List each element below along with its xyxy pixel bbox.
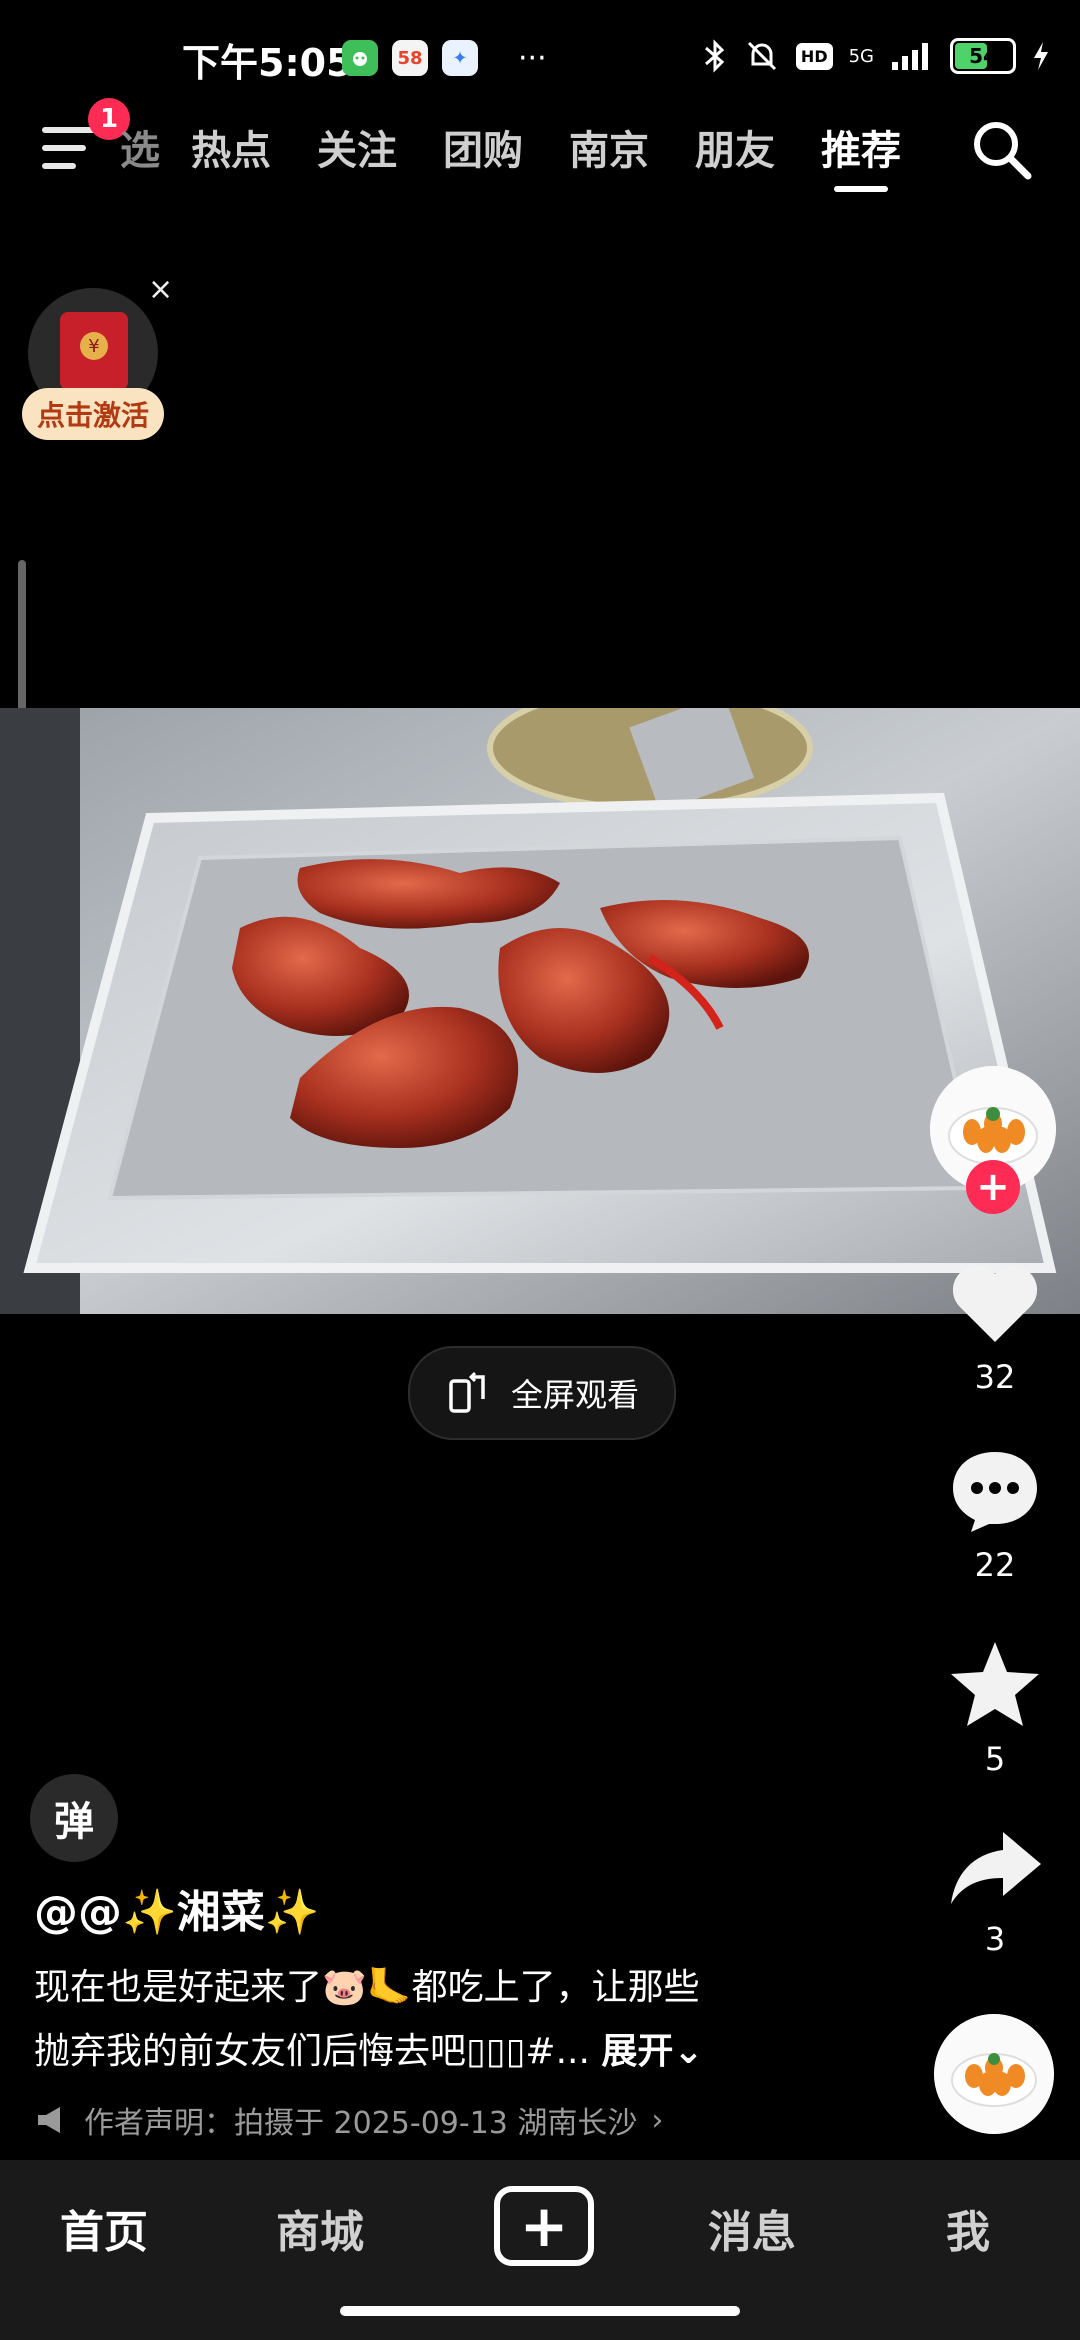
favorite-count: 5: [984, 1740, 1006, 1778]
like-count: 32: [974, 1358, 1016, 1396]
mute-bell-icon: [747, 41, 776, 71]
status-indicators: HD 5G 54: [702, 38, 1050, 74]
tab-nanjing[interactable]: 南京: [546, 118, 672, 176]
app-58-label: 58: [397, 47, 423, 69]
menu-line: [42, 145, 86, 151]
nav-messages[interactable]: 消息: [708, 2196, 796, 2260]
post-description[interactable]: 现在也是好起来了🐷🦶都吃上了，让那些 抛弃我的前女友们后悔去吧▯▯▯#... 展…: [34, 1956, 834, 2084]
share-count: 3: [984, 1920, 1006, 1958]
coin-icon: ¥: [80, 332, 108, 360]
desc-line-2-text: 抛弃我的前女友们后悔去吧▯▯▯#...: [34, 2031, 590, 2072]
video-frame: [0, 708, 1080, 1314]
tab-group-buy[interactable]: 团购: [420, 118, 546, 176]
activate-button[interactable]: 点击激活: [22, 388, 164, 440]
tab-following[interactable]: 关注: [294, 118, 420, 176]
status-app-icons: 58 ✦ ···: [342, 40, 547, 76]
author-name[interactable]: @@✨湘菜✨: [34, 1876, 320, 1940]
comment-icon: [953, 1452, 1037, 1532]
star-icon: [951, 1642, 1039, 1726]
desc-line-2: 抛弃我的前女友们后悔去吧▯▯▯#... 展开⌄: [34, 2020, 834, 2084]
statement-text: 作者声明：拍摄于 2025-09-13 湖南长沙: [84, 2106, 638, 2141]
rotate-screen-icon: [449, 1371, 485, 1413]
follow-button[interactable]: +: [966, 1160, 1020, 1214]
fullscreen-button[interactable]: 全屏观看: [408, 1346, 676, 1440]
app-cloud-label: ✦: [452, 47, 468, 69]
nav-mall[interactable]: 商城: [276, 2196, 364, 2260]
expand-label: 展开: [601, 2031, 674, 2072]
hd-badge: HD: [795, 42, 833, 70]
home-indicator: [340, 2306, 740, 2316]
danmaku-button[interactable]: 弹: [30, 1774, 118, 1862]
network-label: 5G: [848, 45, 874, 67]
app-cloud-icon: ✦: [442, 40, 478, 76]
desc-line-1: 现在也是好起来了🐷🦶都吃上了，让那些: [34, 1967, 700, 2008]
search-icon[interactable]: [968, 116, 1034, 182]
tab-friends[interactable]: 朋友: [672, 118, 798, 176]
tab-recommend[interactable]: 推荐: [798, 118, 924, 192]
favorite-action[interactable]: 5: [930, 1640, 1060, 1778]
app-58-icon: 58: [392, 40, 428, 76]
like-action[interactable]: 32: [930, 1262, 1060, 1396]
charging-icon: [1034, 42, 1048, 70]
top-tabs: 选 热点 关注 团购 南京 朋友 推荐: [112, 118, 924, 192]
comment-count: 22: [974, 1546, 1016, 1584]
chevron-right-icon: ›: [651, 2102, 664, 2138]
disc-image: [934, 2014, 1054, 2134]
tab-partial[interactable]: 选: [112, 118, 168, 176]
status-more: ···: [518, 40, 547, 76]
nav-home[interactable]: 首页: [60, 2196, 148, 2260]
nav-me[interactable]: 我: [946, 2196, 990, 2260]
heart-icon: [952, 1265, 1038, 1342]
battery-level: 54: [969, 44, 997, 68]
status-time: 下午5:05: [182, 41, 353, 85]
app-notification-icon: [342, 40, 378, 76]
fullscreen-label: 全屏观看: [510, 1376, 639, 1414]
author-statement[interactable]: 作者声明：拍摄于 2025-09-13 湖南长沙 ›: [36, 2098, 663, 2142]
packet-close-icon[interactable]: ×: [148, 272, 173, 307]
scroll-indicator: [18, 560, 26, 720]
bluetooth-icon: [704, 39, 725, 73]
menu-line: [42, 127, 96, 133]
signal-icon: [892, 43, 928, 70]
music-disc-avatar[interactable]: [934, 2014, 1054, 2134]
battery-icon: 54: [950, 38, 1016, 74]
expand-button[interactable]: 展开⌄: [601, 2031, 703, 2072]
video-player[interactable]: [0, 708, 1080, 1314]
create-plus-button[interactable]: +: [494, 2186, 594, 2266]
megaphone-icon: [38, 2107, 60, 2133]
menu-line: [42, 163, 76, 169]
comment-action[interactable]: 22: [930, 1448, 1060, 1584]
share-action[interactable]: 3: [930, 1828, 1060, 1958]
share-arrow-icon: [951, 1832, 1041, 1904]
tab-hot[interactable]: 热点: [168, 118, 294, 176]
